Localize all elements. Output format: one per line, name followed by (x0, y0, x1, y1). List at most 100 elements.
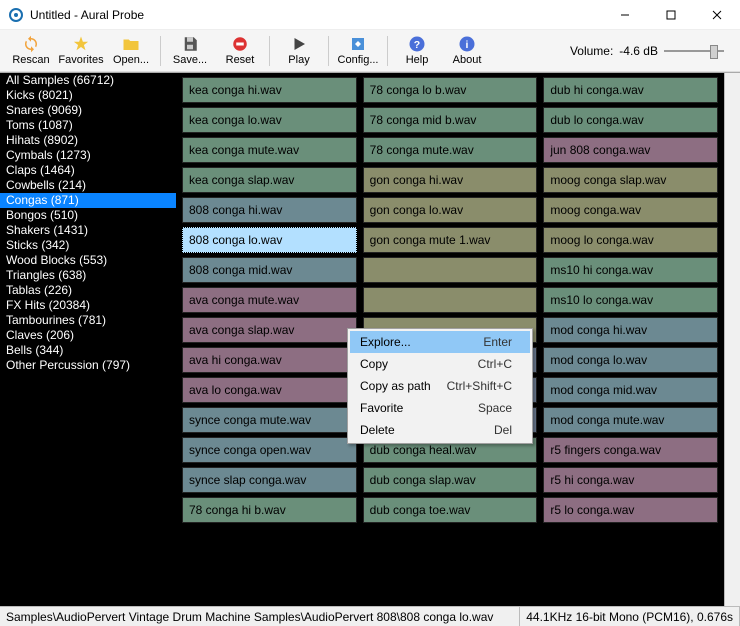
category-item[interactable]: Claves (206) (0, 328, 176, 343)
sample-cell[interactable]: synce slap conga.wav (182, 467, 357, 493)
category-item[interactable]: Kicks (8021) (0, 88, 176, 103)
titlebar: Untitled - Aural Probe (0, 0, 740, 30)
open-button[interactable]: Open... (106, 32, 156, 70)
volume-slider[interactable] (664, 44, 724, 58)
context-menu-label: Copy as path (360, 379, 431, 393)
sample-cell[interactable]: 808 conga mid.wav (182, 257, 357, 283)
play-button[interactable]: Play (274, 32, 324, 70)
window-title: Untitled - Aural Probe (30, 8, 602, 22)
sample-cell[interactable]: jun 808 conga.wav (543, 137, 718, 163)
sample-cell[interactable]: dub hi conga.wav (543, 77, 718, 103)
sample-cell[interactable]: dub conga slap.wav (363, 467, 538, 493)
context-menu-shortcut: Ctrl+C (478, 357, 512, 371)
favorites-label: Favorites (58, 54, 103, 66)
toolbar: Rescan Favorites Open... Save... Reset P… (0, 30, 740, 72)
category-item[interactable]: Snares (9069) (0, 103, 176, 118)
sample-cell[interactable]: 78 conga hi b.wav (182, 497, 357, 523)
category-item[interactable]: Bells (344) (0, 343, 176, 358)
save-button[interactable]: Save... (165, 32, 215, 70)
sample-cell[interactable]: kea conga mute.wav (182, 137, 357, 163)
app-icon (8, 7, 24, 23)
volume-value: -4.6 dB (619, 44, 658, 58)
config-button[interactable]: Config... (333, 32, 383, 70)
sample-cell[interactable]: r5 hi conga.wav (543, 467, 718, 493)
sample-cell[interactable]: kea conga slap.wav (182, 167, 357, 193)
sample-cell[interactable]: mod conga mute.wav (543, 407, 718, 433)
category-item[interactable]: Cowbells (214) (0, 178, 176, 193)
sample-cell[interactable]: 808 conga hi.wav (182, 197, 357, 223)
sample-cell[interactable]: 78 conga mute.wav (363, 137, 538, 163)
sample-cell[interactable]: ms10 lo conga.wav (543, 287, 718, 313)
sample-cell[interactable]: dub conga toe.wav (363, 497, 538, 523)
sample-cell[interactable]: gon conga lo.wav (363, 197, 538, 223)
category-item[interactable]: Hihats (8902) (0, 133, 176, 148)
volume-control: Volume: -4.6 dB (570, 44, 734, 58)
config-icon (349, 35, 367, 53)
sample-cell[interactable]: r5 lo conga.wav (543, 497, 718, 523)
minimize-button[interactable] (602, 0, 648, 30)
category-item[interactable]: Wood Blocks (553) (0, 253, 176, 268)
sample-cell[interactable]: ava conga mute.wav (182, 287, 357, 313)
rescan-button[interactable]: Rescan (6, 32, 56, 70)
category-item[interactable]: FX Hits (20384) (0, 298, 176, 313)
reset-button[interactable]: Reset (215, 32, 265, 70)
sample-cell[interactable]: synce conga open.wav (182, 437, 357, 463)
context-menu-label: Delete (360, 423, 395, 437)
sample-cell[interactable]: moog lo conga.wav (543, 227, 718, 253)
category-item[interactable]: Shakers (1431) (0, 223, 176, 238)
sample-cell[interactable]: r5 fingers conga.wav (543, 437, 718, 463)
sample-cell[interactable] (363, 287, 538, 313)
sample-cell[interactable]: mod conga mid.wav (543, 377, 718, 403)
sample-cell[interactable]: mod conga hi.wav (543, 317, 718, 343)
volume-label: Volume: (570, 44, 613, 58)
toolbar-separator (160, 36, 161, 66)
context-menu-item[interactable]: CopyCtrl+C (350, 353, 530, 375)
sample-cell[interactable] (363, 257, 538, 283)
category-item[interactable]: Cymbals (1273) (0, 148, 176, 163)
category-item[interactable]: Other Percussion (797) (0, 358, 176, 373)
sample-cell[interactable]: 78 conga mid b.wav (363, 107, 538, 133)
sample-cell[interactable]: 808 conga lo.wav (182, 227, 357, 253)
category-item[interactable]: Toms (1087) (0, 118, 176, 133)
context-menu-shortcut: Ctrl+Shift+C (447, 379, 512, 393)
category-item[interactable]: Bongos (510) (0, 208, 176, 223)
toolbar-separator (328, 36, 329, 66)
about-icon: i (458, 35, 476, 53)
context-menu-item[interactable]: Explore...Enter (350, 331, 530, 353)
sample-cell[interactable]: ava hi conga.wav (182, 347, 357, 373)
status-info: 44.1KHz 16-bit Mono (PCM16), 0.676s (520, 607, 740, 626)
favorites-button[interactable]: Favorites (56, 32, 106, 70)
context-menu-item[interactable]: Copy as path Ctrl+Shift+C (350, 375, 530, 397)
category-item[interactable]: Tablas (226) (0, 283, 176, 298)
category-item[interactable]: All Samples (66712) (0, 73, 176, 88)
sample-cell[interactable]: gon conga hi.wav (363, 167, 538, 193)
sample-cell[interactable]: moog conga.wav (543, 197, 718, 223)
sample-cell[interactable]: moog conga slap.wav (543, 167, 718, 193)
category-item[interactable]: Congas (871) (0, 193, 176, 208)
sample-cell[interactable]: mod conga lo.wav (543, 347, 718, 373)
context-menu-shortcut: Enter (483, 335, 512, 349)
sample-cell[interactable]: synce conga mute.wav (182, 407, 357, 433)
close-button[interactable] (694, 0, 740, 30)
sample-cell[interactable]: kea conga hi.wav (182, 77, 357, 103)
sample-cell[interactable]: dub lo conga.wav (543, 107, 718, 133)
about-button[interactable]: iAbout (442, 32, 492, 70)
category-item[interactable]: Triangles (638) (0, 268, 176, 283)
sample-cell[interactable]: kea conga lo.wav (182, 107, 357, 133)
context-menu-item[interactable]: FavoriteSpace (350, 397, 530, 419)
sample-cell[interactable]: 78 conga lo b.wav (363, 77, 538, 103)
sample-cell[interactable]: ms10 hi conga.wav (543, 257, 718, 283)
sample-cell[interactable]: gon conga mute 1.wav (363, 227, 538, 253)
sample-cell[interactable]: ava lo conga.wav (182, 377, 357, 403)
category-item[interactable]: Tambourines (781) (0, 313, 176, 328)
maximize-button[interactable] (648, 0, 694, 30)
vertical-scrollbar[interactable] (724, 73, 740, 606)
sample-cell[interactable]: ava conga slap.wav (182, 317, 357, 343)
context-menu-item[interactable]: DeleteDel (350, 419, 530, 441)
status-path: Samples\AudioPervert Vintage Drum Machin… (0, 607, 520, 626)
help-button[interactable]: ?Help (392, 32, 442, 70)
config-label: Config... (338, 54, 379, 66)
category-item[interactable]: Sticks (342) (0, 238, 176, 253)
category-sidebar: All Samples (66712)Kicks (8021)Snares (9… (0, 73, 176, 606)
category-item[interactable]: Claps (1464) (0, 163, 176, 178)
